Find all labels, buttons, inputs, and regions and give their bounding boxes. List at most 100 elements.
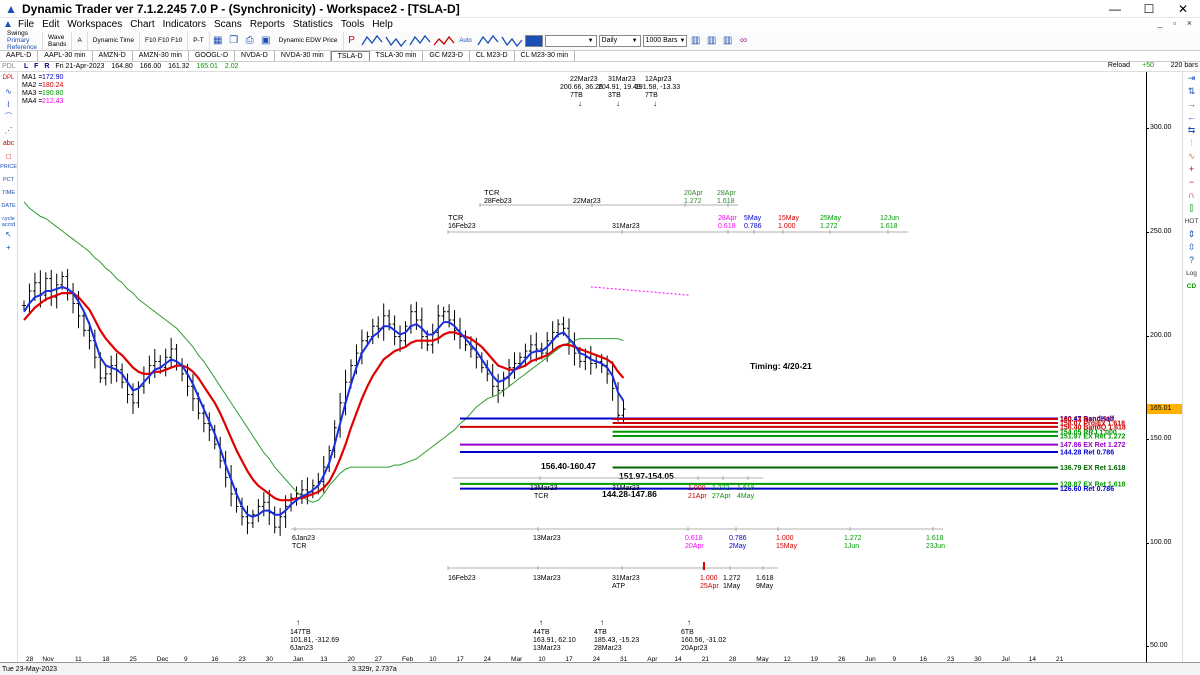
cycle-accrd-tool[interactable]: cycle accrd: [0, 215, 17, 228]
wave-bands-group[interactable]: Wave Bands: [43, 31, 73, 50]
split-icon[interactable]: ⫿: [1183, 202, 1200, 215]
zigzag-tool-1-icon[interactable]: [360, 34, 383, 48]
add-bars-button[interactable]: +50: [1142, 62, 1154, 69]
mdi-window-controls[interactable]: _ ▫ ×: [1158, 18, 1196, 28]
help-icon[interactable]: ?: [1183, 254, 1200, 267]
crosshair-icon[interactable]: +: [0, 241, 17, 254]
interval-select[interactable]: Daily ▼: [598, 34, 641, 47]
text-tool[interactable]: abc: [0, 137, 17, 150]
edw-group[interactable]: Dynamic EDW Price: [274, 31, 344, 50]
zigzag-tool-4-icon[interactable]: [433, 34, 455, 48]
zigzag-tool-2-icon[interactable]: [384, 34, 407, 48]
menu-reports[interactable]: Reports: [246, 18, 289, 31]
tab-gc-d[interactable]: GC M23-D: [423, 51, 470, 61]
support-line-label: 151.97 EX Ret 1.272: [1060, 434, 1125, 441]
expand-icon[interactable]: ⇕: [1183, 228, 1200, 241]
swings-reference[interactable]: Reference: [7, 44, 37, 51]
swap-icon[interactable]: ⇆: [1183, 124, 1200, 137]
tab-amzn-30[interactable]: AMZN-30 min: [133, 51, 189, 61]
print-icon[interactable]: ⎙: [243, 34, 257, 48]
zigzag-tool-icon[interactable]: ⌇: [0, 98, 17, 111]
a-group[interactable]: A: [72, 31, 88, 50]
zigzag-tool-5-icon[interactable]: [476, 34, 499, 48]
minus-icon[interactable]: −: [1183, 176, 1200, 189]
p-icon[interactable]: P: [345, 34, 359, 48]
arrow-right-icon[interactable]: →: [1183, 98, 1200, 111]
tab-aapl-30[interactable]: AAPL-30 min: [38, 51, 93, 61]
arrow-up-down-icon[interactable]: ⇅: [1183, 85, 1200, 98]
arrow-left-icon[interactable]: ←: [1183, 111, 1200, 124]
glasses-icon[interactable]: ∞: [737, 34, 751, 48]
maximize-button[interactable]: ☐: [1132, 0, 1166, 18]
tab-amzn-d[interactable]: AMZN-D: [93, 51, 133, 61]
swings-primary[interactable]: Primary: [7, 37, 37, 44]
zigzag-tool-6-icon[interactable]: [500, 34, 523, 48]
ma-legend-value: 212.43: [42, 98, 64, 105]
dynamic-time-group[interactable]: Dynamic Time: [88, 31, 140, 50]
swings-group[interactable]: Swings Primary Reference: [2, 30, 43, 51]
magnet-icon[interactable]: ∩: [1183, 189, 1200, 202]
tcr-target-ratio: 0.618: [685, 535, 703, 542]
rectangle-tool-icon[interactable]: □: [0, 150, 17, 163]
bars-input[interactable]: 1000 Bars ▼: [642, 34, 687, 47]
minimize-button[interactable]: —: [1098, 0, 1132, 18]
pivot-arrow-icon: ↑: [539, 618, 543, 627]
hot-tool[interactable]: HOT: [1183, 215, 1200, 228]
dpl-tool[interactable]: DPL: [0, 72, 17, 85]
tcr-date: 6Jan23: [292, 535, 315, 542]
menu-edit[interactable]: Edit: [38, 18, 63, 31]
chart-type-1-icon[interactable]: ▥: [689, 34, 703, 48]
price-tool[interactable]: PRICE: [0, 163, 17, 176]
tab-cl-30[interactable]: CL M23-30 min: [515, 51, 576, 61]
pattern-tool-icon[interactable]: ⋰: [0, 124, 17, 137]
zigzag-tool-3-icon[interactable]: [408, 34, 431, 48]
document-icon[interactable]: ▲: [2, 19, 14, 30]
plus-icon[interactable]: +: [1183, 163, 1200, 176]
right-tool-strip: ⇥ ⇅ → ← ⇆ ⫶ ∿ + − ∩ ⫿ HOT ⇕ ⇳ ? Log CD: [1182, 72, 1200, 662]
time-tool[interactable]: TIME: [0, 189, 17, 202]
bars-icon[interactable]: ⫶: [1183, 137, 1200, 150]
close-button[interactable]: ✕: [1166, 0, 1200, 18]
chart-type-2-icon[interactable]: ▥: [705, 34, 719, 48]
tab-tsla-30[interactable]: TSLA-30 min: [370, 51, 424, 61]
wave-tool-icon[interactable]: ∿: [0, 85, 17, 98]
date-tool[interactable]: DATE: [0, 202, 17, 215]
compress-icon[interactable]: ⇳: [1183, 241, 1200, 254]
menu-workspaces[interactable]: Workspaces: [63, 18, 126, 31]
f10-group[interactable]: F10 F10 F10: [140, 31, 189, 50]
log-toggle[interactable]: Log: [1183, 267, 1200, 280]
grid-icon[interactable]: ▦: [211, 34, 225, 48]
tab-tsla-d[interactable]: TSLA-D: [330, 51, 370, 61]
tab-nvda-30[interactable]: NVDA-30 min: [275, 51, 331, 61]
wave-icon[interactable]: ∿: [1183, 150, 1200, 163]
price-axis[interactable]: 300.00 250.00 200.00 150.00 100.00 50.00 165.0…: [1146, 72, 1183, 662]
tcr-target-ratio: 0.786: [744, 223, 762, 230]
reload-button[interactable]: Reload: [1108, 62, 1130, 69]
price-chart[interactable]: 160.47 BandHalf160.13 Ret 0.500158.07 Pr…: [18, 72, 1146, 662]
copy-icon[interactable]: ❐: [227, 34, 241, 48]
menu-scans[interactable]: Scans: [210, 18, 246, 31]
menu-tools[interactable]: Tools: [337, 18, 368, 31]
cd-toggle[interactable]: CD: [1183, 280, 1200, 293]
tab-nvda-d[interactable]: NVDA-D: [235, 51, 275, 61]
tab-googl-d[interactable]: GOOGL-D: [189, 51, 236, 61]
pointer-icon[interactable]: ↖: [0, 228, 17, 241]
pt-group[interactable]: P-T: [188, 31, 210, 50]
support-line-label: 136.79 EX Ret 1.618: [1060, 465, 1125, 472]
pivot-arrow-icon: ↑: [600, 618, 604, 627]
menu-statistics[interactable]: Statistics: [289, 18, 337, 31]
chart-type-3-icon[interactable]: ▥: [721, 34, 735, 48]
scroll-right-icon[interactable]: ⇥: [1183, 72, 1200, 85]
cycle-tool-icon[interactable]: ⁀: [0, 111, 17, 124]
menu-indicators[interactable]: Indicators: [159, 18, 210, 31]
pct-tool[interactable]: PCT: [0, 176, 17, 189]
tab-aapl-d[interactable]: AAPL-D: [0, 51, 39, 61]
menu-chart[interactable]: Chart: [126, 18, 158, 31]
symbol-dropdown-icon[interactable]: ▼: [544, 34, 597, 47]
tab-cl-d[interactable]: CL M23-D: [470, 51, 515, 61]
symbol-input[interactable]: [524, 34, 543, 47]
menu-help[interactable]: Help: [368, 18, 397, 31]
lfr-toggles[interactable]: L F R: [24, 63, 51, 70]
auto-label[interactable]: Auto: [457, 34, 475, 48]
save-icon[interactable]: ▣: [259, 34, 273, 48]
